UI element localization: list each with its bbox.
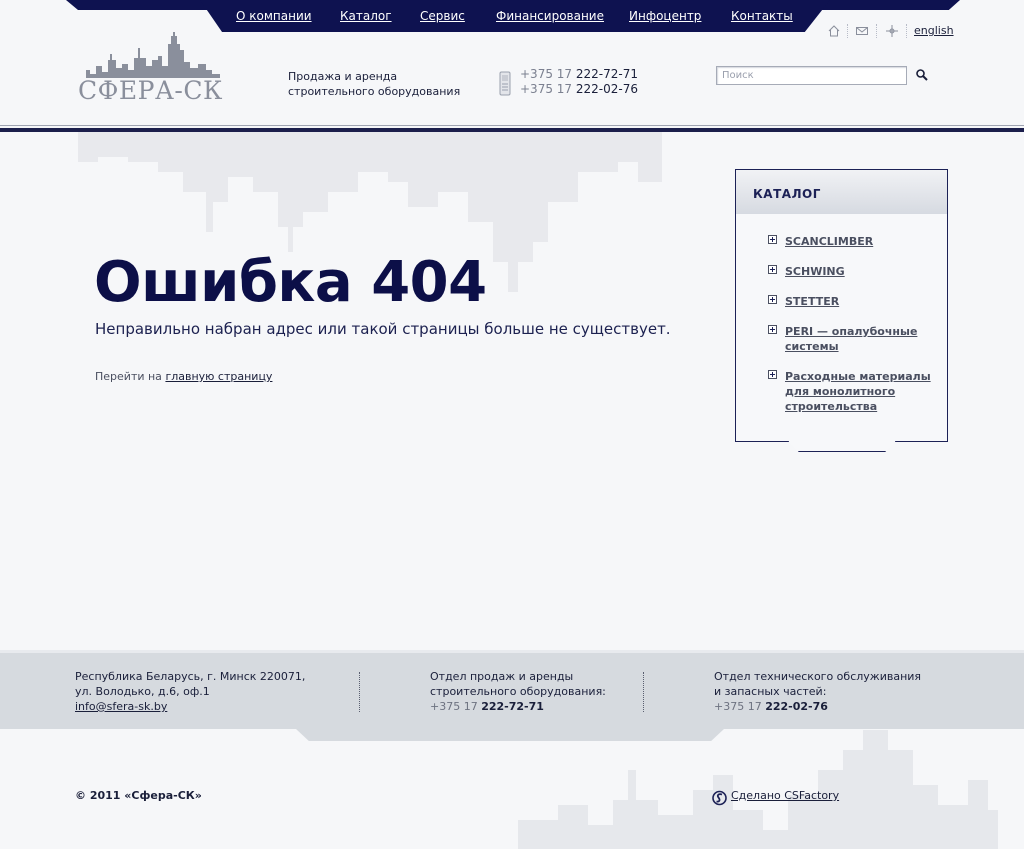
- phone-number: 222-02-76: [575, 82, 638, 96]
- search-icon[interactable]: [915, 68, 929, 82]
- footer-separator: [643, 672, 644, 712]
- nav-item-catalog[interactable]: Каталог: [340, 9, 392, 23]
- catalog-item-label[interactable]: PERI — опалубочные системы: [785, 324, 935, 354]
- expand-plus-icon[interactable]: [768, 295, 777, 304]
- home-page-link[interactable]: главную страницу: [165, 370, 272, 383]
- search-input[interactable]: [716, 66, 907, 85]
- language-switch-link[interactable]: english: [914, 24, 954, 37]
- catalog-item-label[interactable]: SCHWING: [785, 264, 935, 279]
- email-link[interactable]: info@sfera-sk.by: [75, 700, 167, 713]
- phone-line: +375 17 222-02-76: [520, 82, 638, 97]
- catalog-item-label[interactable]: SCANCLIMBER: [785, 234, 935, 249]
- utility-separator: [876, 24, 877, 38]
- made-by-link[interactable]: Сделано CSFactory: [731, 789, 839, 802]
- expand-plus-icon[interactable]: [768, 370, 777, 379]
- home-icon[interactable]: [827, 24, 841, 38]
- error-message: Неправильно набран адрес или такой стран…: [95, 320, 671, 338]
- nav-bar-edge-left: [66, 0, 216, 10]
- error-title: Ошибка 404: [94, 250, 487, 315]
- utility-separator: [847, 24, 848, 38]
- catalog-item-line: строительства: [785, 400, 878, 413]
- goto-home-text: Перейти на главную страницу: [95, 370, 272, 383]
- catalog-item-label[interactable]: Расходные материалы для монолитного стро…: [785, 369, 935, 414]
- expand-plus-icon[interactable]: [768, 325, 777, 334]
- nav-item-service[interactable]: Сервис: [420, 9, 465, 23]
- service-line: и запасных частей:: [714, 685, 827, 698]
- utility-separator: [906, 24, 907, 38]
- footer-address: Республика Беларусь, г. Минск 220071, ул…: [75, 669, 305, 714]
- catalog-item-line: SCANCLIMBER: [785, 235, 874, 248]
- mail-icon[interactable]: [855, 24, 869, 38]
- address-line: ул. Володько, д.6, оф.1: [75, 685, 210, 698]
- copyright-text: © 2011 «Сфера-СК»: [75, 789, 202, 802]
- catalog-item-line: SCHWING: [785, 265, 845, 278]
- phone-number: 222-72-71: [575, 67, 638, 81]
- goto-prefix: Перейти на: [95, 370, 162, 383]
- header-divider-thin: [0, 125, 1024, 126]
- nav-item-about[interactable]: О компании: [236, 9, 312, 23]
- sitemap-icon[interactable]: [885, 24, 899, 38]
- footer-separator: [359, 672, 360, 712]
- address-line: Республика Беларусь, г. Минск 220071,: [75, 670, 306, 683]
- service-line: Отдел технического обслуживания: [714, 670, 922, 683]
- catalog-item-line: STETTER: [785, 295, 840, 308]
- expand-plus-icon[interactable]: [768, 265, 777, 274]
- catalog-panel-tab-fill: [790, 440, 894, 442]
- phone-code: +375 17: [520, 67, 573, 81]
- header-phones: +375 17 222-72-71 +375 17 222-02-76: [520, 67, 638, 97]
- sales-phone: +375 17 222-72-71: [430, 699, 606, 714]
- phone-code: +375 17: [520, 82, 573, 96]
- catalog-header: КАТАЛОГ: [736, 170, 947, 214]
- tagline-line: строительного оборудования: [288, 85, 461, 98]
- catalog-item-line: Расходные материалы: [785, 370, 931, 383]
- expand-plus-icon[interactable]: [768, 235, 777, 244]
- nav-item-financing[interactable]: Финансирование: [496, 9, 604, 23]
- mobile-phone-icon: [499, 71, 511, 96]
- footer-service-contact: Отдел технического обслуживания и запасн…: [714, 669, 921, 714]
- sales-line: Отдел продаж и аренды: [430, 670, 574, 683]
- phone-number: 222-02-76: [765, 700, 828, 713]
- nav-bar-edge-right: [820, 0, 960, 10]
- catalog-item-line: системы: [785, 340, 839, 353]
- csfactory-logo-icon[interactable]: [712, 790, 727, 806]
- phone-line: +375 17 222-72-71: [520, 67, 638, 82]
- catalog-title: КАТАЛОГ: [753, 187, 821, 201]
- catalog-panel-tab: [788, 441, 896, 452]
- logo-text: СФЕРА-СК: [78, 76, 223, 105]
- header-tagline: Продажа и аренда строительного оборудова…: [288, 69, 488, 99]
- nav-item-infocenter[interactable]: Инфоцентр: [629, 9, 701, 23]
- header-divider-thick: [0, 128, 1024, 132]
- phone-code: +375 17: [430, 700, 478, 713]
- phone-code: +375 17: [714, 700, 762, 713]
- footer-sales-contact: Отдел продаж и аренды строительного обор…: [430, 669, 606, 714]
- sales-line: строительного оборудования:: [430, 685, 606, 698]
- catalog-item-line: для монолитного: [785, 385, 896, 398]
- service-phone: +375 17 222-02-76: [714, 699, 921, 714]
- catalog-item-line: PERI — опалубочные: [785, 325, 918, 338]
- footer-band-tab: [296, 729, 724, 741]
- nav-item-contacts[interactable]: Контакты: [731, 9, 793, 23]
- catalog-item-label[interactable]: STETTER: [785, 294, 935, 309]
- tagline-line: Продажа и аренда: [288, 70, 398, 83]
- phone-number: 222-72-71: [481, 700, 544, 713]
